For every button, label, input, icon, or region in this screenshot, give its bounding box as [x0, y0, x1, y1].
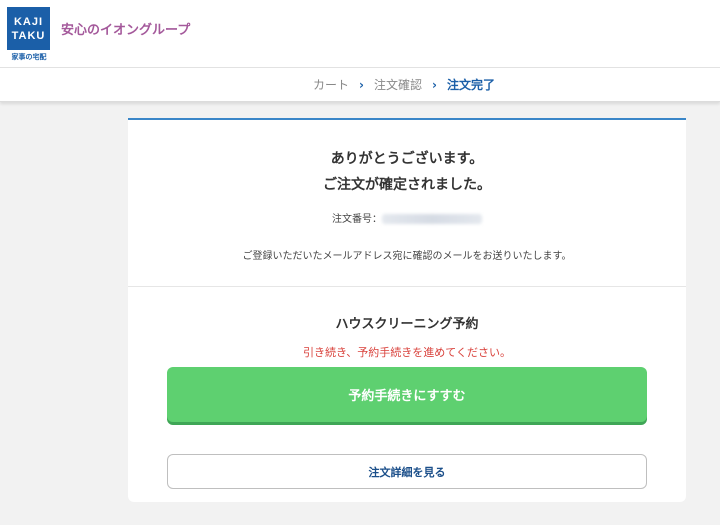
chevron-right-icon: › — [431, 77, 437, 92]
thanks-line-2: ご注文が確定されました。 — [323, 177, 491, 193]
reservation-notice: 引き続き、予約手続きを進めてください。 — [303, 346, 511, 359]
order-complete-card: ありがとうございます。 ご注文が確定されました。 注文番号：kaj0015566… — [128, 118, 686, 502]
kajitaku-logo[interactable]: KAJI TAKU — [7, 7, 50, 50]
proceed-reservation-button[interactable]: 予約手続きにすすむ — [167, 367, 647, 422]
order-number-value: kaj0015566243089 — [382, 214, 482, 224]
chevron-right-icon: › — [359, 77, 364, 92]
order-number-row: 注文番号：kaj0015566243089 — [128, 210, 686, 225]
thanks-line-1: ありがとうございます。 — [330, 151, 484, 167]
order-number-label: 注文番号： — [332, 214, 382, 225]
header-tagline: 安心のイオングループ — [61, 23, 191, 38]
site-header: KAJI TAKU 家事の宅配 安心のイオングループ — [0, 0, 720, 68]
view-order-details-button[interactable]: 注文詳細を見る — [167, 454, 647, 489]
house-cleaning-title: ハウスクリーニング予約 — [335, 317, 479, 332]
thanks-message: ありがとうございます。 ご注文が確定されました。 — [128, 146, 686, 198]
breadcrumb-confirm: 注文確認 — [373, 78, 422, 92]
confirmation-mail-note: ご登録いただいたメールアドレス宛に確認のメールをお送りいたします。 — [242, 251, 572, 262]
breadcrumb-cart: カート — [313, 78, 350, 92]
breadcrumb: カート › 注文確認 › 注文完了 — [0, 68, 720, 102]
section-divider — [128, 286, 686, 287]
logo-line-1: KAJI — [13, 15, 44, 28]
logo-subtitle: 家事の宅配 — [11, 53, 47, 61]
breadcrumb-complete: 注文完了 — [446, 78, 495, 92]
logo-line-2: TAKU — [11, 29, 46, 42]
